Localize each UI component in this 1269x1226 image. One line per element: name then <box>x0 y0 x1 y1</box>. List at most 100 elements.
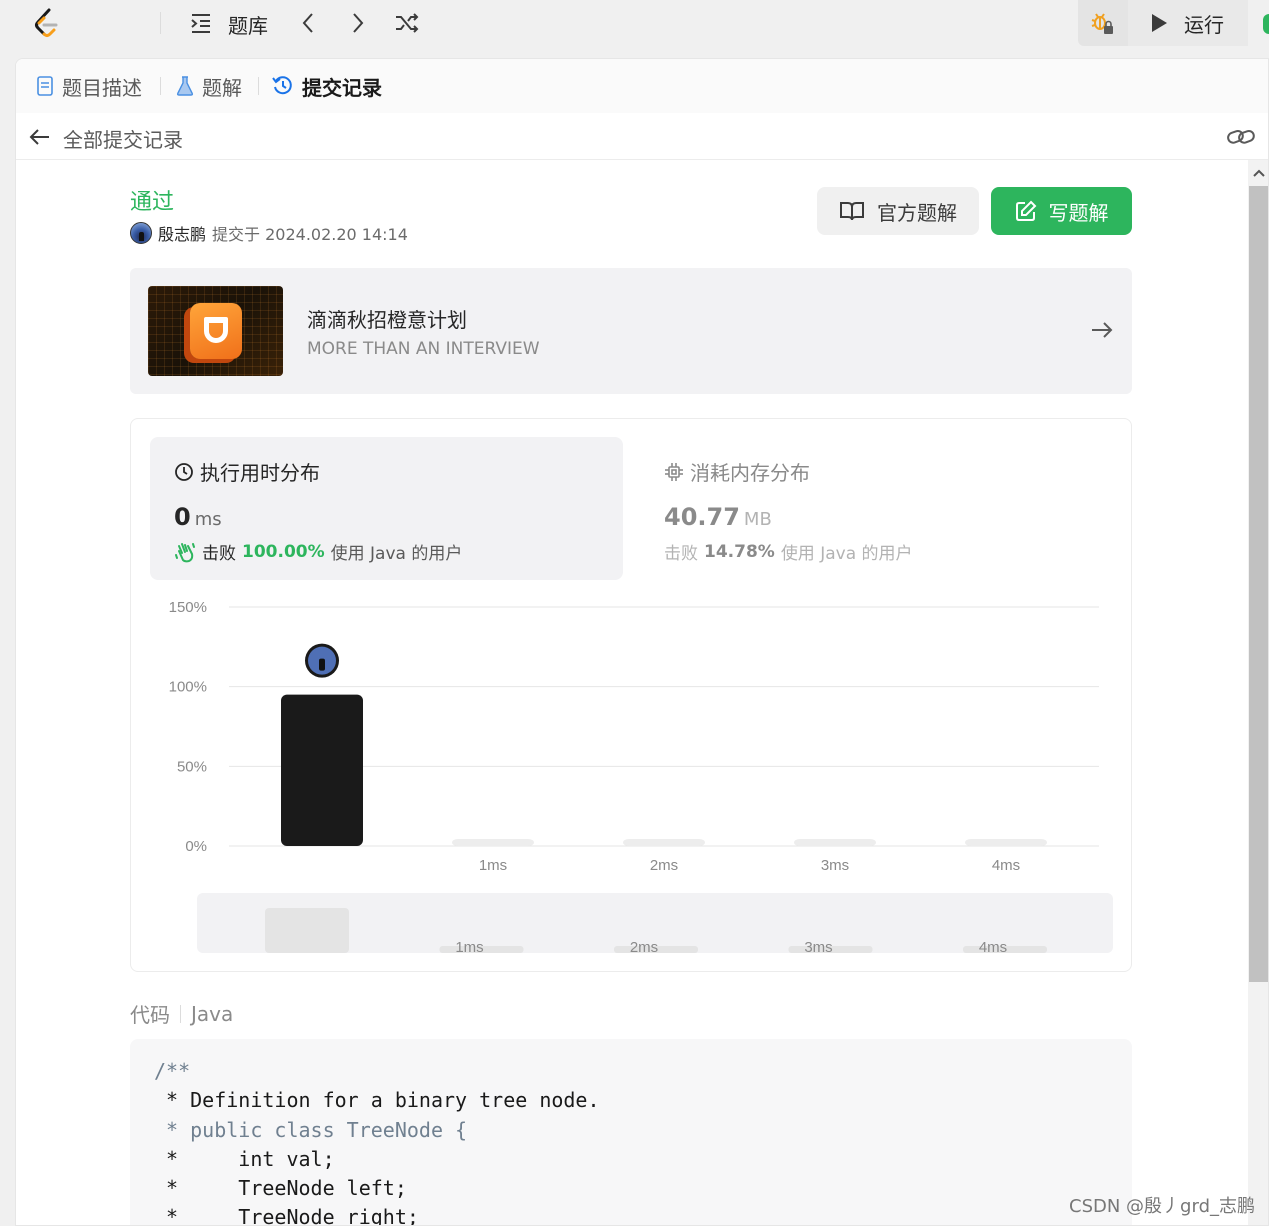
history-icon <box>272 76 292 95</box>
panel-tabs: 题目描述 题解 提交记录 <box>16 59 1268 113</box>
code-language: Java <box>191 1001 234 1026</box>
code-line: * public class TreeNode { <box>154 1117 468 1142</box>
y-tick-label: 0% <box>185 838 207 855</box>
submission-author-row: 殷志鹏 提交于 2024.02.20 14:14 <box>130 221 408 245</box>
banner-title: 滴滴秋招橙意计划 <box>307 308 467 332</box>
banner-subtitle: MORE THAN AN INTERVIEW <box>307 339 540 359</box>
code-block[interactable]: /** * Definition for a binary tree node.… <box>130 1039 1132 1226</box>
chip-icon <box>665 462 683 481</box>
overview-tick-label: 3ms <box>804 939 832 956</box>
chart-bar[interactable] <box>965 839 1047 846</box>
memory-beat-suffix: 使用 Java 的用户 <box>780 544 913 564</box>
memory-beat-percent: 14.78% <box>704 541 775 562</box>
tab-solutions[interactable]: 题解 <box>176 71 242 101</box>
arrow-right-icon[interactable] <box>1090 318 1114 342</box>
tab-divider <box>258 77 259 95</box>
x-tick-label: 2ms <box>650 857 678 874</box>
submission-status: 通过 <box>130 190 175 215</box>
runtime-distribution-chart[interactable]: 150% 100% 50% 0% 1ms 2ms 3ms 4ms 1ms 2ms 3ms 4ms <box>131 589 1131 969</box>
debug-locked-button[interactable] <box>1078 0 1126 46</box>
memory-stat[interactable]: 消耗内存分布 40.77 MB 击败 14.78% 使用 Java 的用户 <box>646 437 1116 580</box>
tab-description[interactable]: 题目描述 <box>36 71 142 101</box>
top-bar: 题库 运行 <box>0 0 1269 50</box>
promo-banner[interactable]: 滴滴秋招橙意计划 MORE THAN AN INTERVIEW <box>130 268 1132 394</box>
runtime-value: 0 ms <box>174 503 222 531</box>
watermark: CSDN @殷丿grd_志鹏 <box>1069 1196 1255 1217</box>
back-arrow-icon[interactable] <box>28 125 52 149</box>
scroll-thumb[interactable] <box>1249 186 1268 982</box>
submission-panel: 题目描述 题解 提交记录 全部提交记录 通过 殷志鹏 提交于 2024.02.2… <box>15 58 1269 1226</box>
runtime-beat-percent: 100.00% <box>242 541 325 562</box>
memory-beat: 击败 14.78% 使用 Java 的用户 <box>664 539 913 565</box>
x-tick-label: 3ms <box>821 857 849 874</box>
y-tick-label: 100% <box>169 679 207 696</box>
document-icon <box>37 76 53 96</box>
user-avatar-figure <box>319 658 325 671</box>
y-tick-label: 150% <box>169 599 207 616</box>
code-line: * int val; <box>154 1146 335 1171</box>
memory-title: 消耗内存分布 <box>664 457 810 486</box>
code-label: 代码 <box>130 1003 170 1027</box>
runtime-unit: ms <box>194 509 222 530</box>
official-solution-label: 官方题解 <box>877 200 957 225</box>
code-header: 代码 Java <box>130 999 233 1028</box>
chevron-left-icon[interactable] <box>293 9 323 37</box>
book-open-icon <box>840 202 864 221</box>
scroll-up-icon[interactable] <box>1248 160 1268 186</box>
x-tick-label: 1ms <box>479 857 507 874</box>
clap-icon <box>175 542 195 562</box>
memory-value: 40.77 MB <box>664 503 772 531</box>
runtime-title-label: 执行用时分布 <box>200 461 320 485</box>
scrollbar[interactable] <box>1248 160 1268 1225</box>
runtime-beat-prefix: 击败 <box>202 544 236 564</box>
tab-solutions-label: 题解 <box>202 75 242 100</box>
code-line: * Definition for a binary tree node. <box>154 1088 600 1113</box>
overview-tick-label: 2ms <box>630 939 658 956</box>
leetcode-logo-icon[interactable] <box>30 6 64 40</box>
runtime-stat[interactable]: 执行用时分布 0 ms 击败 100.00% 使用 Java 的用户 <box>150 437 623 580</box>
tab-submissions[interactable]: 提交记录 <box>272 71 382 101</box>
runtime-title: 执行用时分布 <box>174 457 320 486</box>
x-tick-label: 4ms <box>992 857 1020 874</box>
code-line: /** <box>154 1059 191 1083</box>
submit-time: 提交于 2024.02.20 14:14 <box>212 225 408 244</box>
chart-bar[interactable] <box>281 694 363 846</box>
chart-bar[interactable] <box>452 839 534 846</box>
run-button[interactable]: 运行 <box>1128 0 1248 46</box>
avatar[interactable] <box>130 222 152 244</box>
memory-unit: MB <box>743 509 772 530</box>
memory-beat-prefix: 击败 <box>664 544 698 564</box>
write-solution-label: 写题解 <box>1048 200 1109 225</box>
all-submissions-title[interactable]: 全部提交记录 <box>63 124 183 153</box>
chart-bar[interactable] <box>794 839 876 846</box>
official-solution-button[interactable]: 官方题解 <box>817 187 979 235</box>
author-name[interactable]: 殷志鹏 <box>158 221 206 245</box>
submit-button-edge[interactable] <box>1263 14 1269 34</box>
overview-tick-label: 1ms <box>455 939 483 956</box>
memory-title-label: 消耗内存分布 <box>690 461 810 485</box>
overview-tick-label: 4ms <box>979 939 1007 956</box>
y-tick-label: 50% <box>177 758 207 775</box>
play-icon <box>1152 14 1167 32</box>
run-controls: 运行 <box>1078 0 1248 46</box>
divider <box>160 12 161 34</box>
overview-bar <box>265 908 349 953</box>
list-indent-icon[interactable] <box>186 9 216 37</box>
code-line: * TreeNode right; <box>154 1205 419 1226</box>
chevron-right-icon[interactable] <box>343 9 373 37</box>
runtime-beat-suffix: 使用 Java 的用户 <box>330 544 463 564</box>
performance-card: 执行用时分布 0 ms 击败 100.00% 使用 Java 的用户 消耗内存分布… <box>130 418 1132 972</box>
shuffle-icon[interactable] <box>392 9 422 37</box>
link-icon[interactable] <box>1226 125 1256 149</box>
edit-icon <box>1015 200 1036 221</box>
chart-bar[interactable] <box>623 839 705 846</box>
flask-icon <box>176 76 194 96</box>
clock-icon <box>175 462 193 481</box>
divider <box>180 1004 181 1023</box>
problem-bank-link[interactable]: 题库 <box>228 10 268 39</box>
code-line: * TreeNode left; <box>154 1176 407 1201</box>
write-solution-button[interactable]: 写题解 <box>991 187 1132 235</box>
tab-description-label: 题目描述 <box>62 75 142 100</box>
tab-divider <box>160 77 161 95</box>
didi-logo-icon <box>190 303 242 359</box>
